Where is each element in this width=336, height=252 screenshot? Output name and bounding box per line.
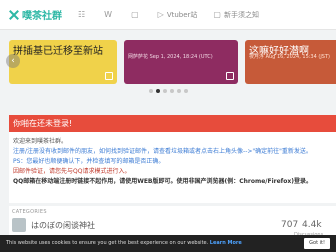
- carousel-dot[interactable]: [169, 89, 174, 93]
- carousel-dot[interactable]: [148, 89, 153, 93]
- carousel-dots: [0, 89, 336, 93]
- notice-icon: ▢: [213, 10, 221, 19]
- carousel-dot[interactable]: [176, 89, 181, 93]
- alert-line-3: PS：您最好也顺便确认下，并检查填写的邮箱是否正确。: [13, 158, 165, 165]
- nav-item-newbie[interactable]: ▢ 新手须之知: [213, 10, 259, 20]
- nav-label-newbie: 新手须之知: [223, 10, 259, 19]
- wiki-icon: W: [104, 10, 113, 19]
- nav-label-vtuber: Vtuber站: [166, 10, 198, 19]
- alert-line-4: 因邮件验证，请您先与QQ请求模式进行入。: [13, 168, 131, 175]
- slide-meta: 网萨萨花 Sep 1, 2024, 18:24 (UTC): [128, 54, 213, 60]
- category-count-1: 707: [281, 220, 299, 230]
- nav-item-edit[interactable]: ▢: [131, 10, 142, 19]
- carousel-slide-1[interactable]: 拼插基已迁移至新站: [9, 40, 117, 84]
- carousel-dot[interactable]: [162, 89, 167, 93]
- cookie-accept-button[interactable]: Got it!: [304, 238, 330, 249]
- slide-tag-icon: [226, 72, 234, 80]
- alert-line-5: QQ邮箱在移动端注册时链接不起作用，请使用WEB版即可。使用非国产浏览器(例：C…: [13, 178, 313, 185]
- video-icon: ▷: [157, 10, 164, 19]
- site-logo[interactable]: 噗茶社群: [8, 7, 62, 22]
- carousel-slide-3[interactable]: 这嘛好好潜啊 夜月浮 Aug 16, 2024, 15:34 (JST): [245, 40, 336, 84]
- category-name: はのぼの闲谈神社: [31, 220, 95, 230]
- top-nav: ☷ W ▢ ▷ Vtuber站 ▢ 新手须之知: [62, 10, 259, 20]
- grid-icon: ☷: [78, 10, 86, 19]
- carousel-dot-active[interactable]: [155, 89, 160, 93]
- nav-item-vtuber[interactable]: ▷ Vtuber站: [158, 10, 198, 20]
- nav-item-wiki[interactable]: W: [104, 10, 115, 19]
- carousel-slide-2[interactable]: 网萨萨花 Sep 1, 2024, 18:24 (UTC): [124, 40, 238, 84]
- categories-label: CATEGORIES: [12, 209, 47, 215]
- slide-tag-icon: [105, 72, 113, 80]
- slide-meta: 夜月浮 Aug 16, 2024, 15:34 (JST): [249, 54, 330, 60]
- logo-mark-icon: [8, 9, 20, 21]
- cookie-banner: This website uses cookies to ensure you …: [0, 235, 336, 252]
- carousel-dot[interactable]: [183, 89, 188, 93]
- alert-title: 你啪在还未登录!: [9, 115, 336, 132]
- cookie-learn-more-link[interactable]: Learn More: [210, 240, 242, 246]
- nav-item-grid[interactable]: ☷: [78, 10, 88, 19]
- featured-carousel: 拼插基已迁移至新站 网萨萨花 Sep 1, 2024, 18:24 (UTC) …: [0, 40, 336, 84]
- category-thumbnail: [12, 218, 26, 232]
- category-item[interactable]: はのぼの闲谈神社: [12, 218, 95, 232]
- alert-body: 欢迎来到噗茶社群。 注册/注册没有收到邮件的朋友，如何找到验证邮件，请查看垃圾箱…: [9, 132, 336, 192]
- slide-title: 拼插基已迁移至新站: [13, 46, 103, 57]
- alert-line-1: 欢迎来到噗茶社群。: [13, 138, 68, 145]
- carousel-prev-arrow-icon[interactable]: ‹: [6, 54, 20, 68]
- login-alert-card: 你啪在还未登录! 欢迎来到噗茶社群。 注册/注册没有收到邮件的朋友，如何找到验证…: [9, 115, 336, 203]
- edit-icon: ▢: [131, 10, 139, 19]
- cookie-text: This website uses cookies to ensure you …: [6, 240, 209, 246]
- top-header: 噗茶社群 ☷ W ▢ ▷ Vtuber站 ▢ 新手须之知: [0, 0, 336, 30]
- alert-line-2: 注册/注册没有收到邮件的朋友，如何找到验证邮件，请查看垃圾箱或者点击右上角头像-…: [13, 148, 312, 155]
- category-count-2: 4.4k: [302, 220, 322, 230]
- logo-text: 噗茶社群: [22, 11, 62, 22]
